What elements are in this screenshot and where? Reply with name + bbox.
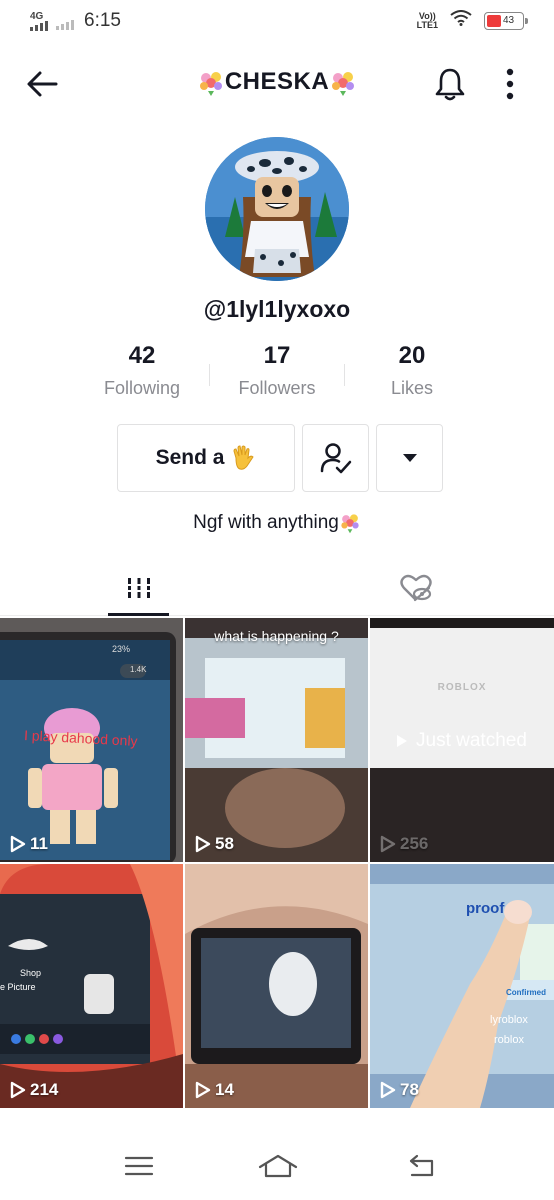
video-thumbnail[interactable]: what is happening ? 58 (185, 618, 368, 862)
hidden-liked-icon (399, 574, 432, 602)
view-count: 256 (380, 834, 428, 854)
username: @1lyl1lyxoxo (203, 296, 351, 322)
video-caption: what is happening ? (214, 628, 339, 644)
tab-videos[interactable] (0, 560, 277, 616)
tab-underline (108, 613, 169, 616)
bouquet-icon (341, 514, 359, 534)
play-icon (195, 835, 211, 853)
notifications-button[interactable] (430, 64, 470, 104)
more-options-button[interactable] (492, 64, 528, 104)
likes-stat[interactable]: 20 Likes (345, 342, 479, 406)
send-wave-button[interactable]: Send a (117, 424, 295, 492)
battery-icon: 43 (484, 11, 528, 30)
profile-bio: Ngf with anything (0, 512, 554, 534)
friend-status-button[interactable] (302, 424, 369, 492)
system-back-button[interactable] (400, 1146, 444, 1186)
page-title: CHESKA (0, 68, 554, 97)
play-icon (380, 1081, 396, 1099)
wifi-icon (450, 10, 472, 31)
grid-icon (125, 578, 152, 598)
just-watched-label: Just watched (396, 730, 527, 752)
more-vertical-icon (506, 68, 514, 100)
profile-tabs (0, 560, 554, 616)
back-arrow-icon (409, 1154, 434, 1177)
home-icon (258, 1154, 298, 1178)
play-icon (380, 835, 396, 853)
menu-icon (124, 1156, 154, 1176)
video-thumbnail[interactable]: 23% 1.4K I play dahood only 11 (0, 618, 183, 862)
view-count: 58 (195, 834, 234, 854)
phone-status-text: 23% (112, 644, 131, 654)
waving-hand-icon (233, 445, 255, 470)
screen-word: lyroblox (490, 1014, 528, 1026)
tab-liked-videos[interactable] (277, 560, 554, 616)
suggested-dropdown-button[interactable] (376, 424, 443, 492)
avatar[interactable] (205, 137, 349, 281)
status-time: 6:15 (84, 10, 121, 31)
video-thumbnail[interactable]: Shop e Picture 214 (0, 864, 183, 1108)
video-thumbnail[interactable]: ROBLOX Just watched 256 (370, 618, 554, 862)
video-thumbnail[interactable]: 14 (185, 864, 368, 1108)
system-navbar (0, 1132, 554, 1200)
play-icon (195, 1081, 211, 1099)
proof-text: proof (466, 900, 505, 917)
volte-icon: Vo)) LTE1 (416, 10, 438, 30)
following-stat[interactable]: 42 Following (75, 342, 209, 406)
user-check-icon (320, 443, 351, 474)
home-button[interactable] (256, 1146, 300, 1186)
view-count: 11 (10, 834, 48, 854)
status-bar: 4G 6:15 Vo)) LTE1 43 (0, 0, 554, 44)
screen-word: roblox (494, 1034, 524, 1046)
view-count: 214 (10, 1080, 58, 1100)
followers-stat[interactable]: 17 Followers (210, 342, 344, 406)
picture-label: e Picture (0, 982, 36, 992)
follower-badge: 1.4K (130, 665, 147, 674)
confirmed-text: Confirmed (506, 988, 546, 997)
roblox-logo-text: ROBLOX (437, 682, 487, 693)
profile-stats: 42 Following 17 Followers 20 Likes (75, 342, 479, 406)
cell-signal-2-icon (56, 20, 74, 30)
view-count: 14 (195, 1080, 234, 1100)
recent-apps-button[interactable] (117, 1146, 161, 1186)
play-icon (397, 735, 407, 747)
video-grid: 23% 1.4K I play dahood only 11 what is h… (0, 618, 554, 1108)
view-count: 78 (380, 1080, 419, 1100)
cell-signal-icon: 4G (30, 11, 48, 31)
bouquet-icon (199, 71, 222, 96)
play-icon (10, 835, 26, 853)
profile-header: CHESKA (0, 52, 554, 114)
bell-icon (435, 68, 465, 101)
video-thumbnail[interactable]: proof Confirmed lyroblox roblox 78 (370, 864, 554, 1108)
shop-label: Shop (20, 968, 42, 978)
caret-down-icon (402, 454, 417, 462)
bouquet-icon (332, 71, 355, 96)
play-icon (10, 1081, 26, 1099)
